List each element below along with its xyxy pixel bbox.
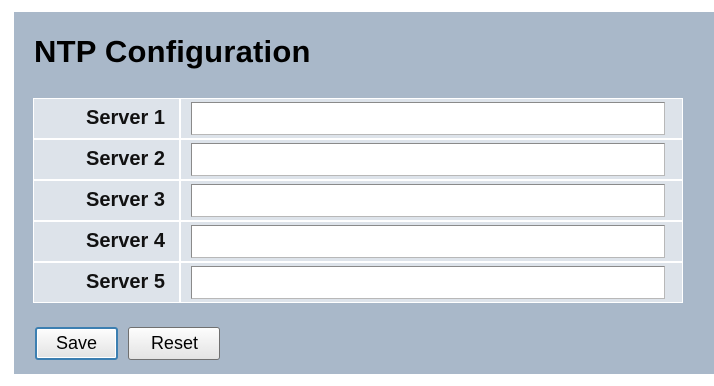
save-button[interactable]: Save	[35, 327, 118, 360]
ntp-server-table: Server 1 Server 2 Server 3 Server 4 Serv…	[33, 98, 683, 303]
reset-button[interactable]: Reset	[128, 327, 221, 360]
server-row-4: Server 4	[34, 222, 682, 263]
server-label: Server 4	[34, 222, 181, 263]
server-row-2: Server 2	[34, 140, 682, 181]
server-label: Server 5	[34, 263, 181, 302]
server-row-5: Server 5	[34, 263, 682, 302]
server-3-input[interactable]	[191, 184, 665, 217]
server-label: Server 3	[34, 181, 181, 222]
server-2-input[interactable]	[191, 143, 665, 176]
server-label: Server 2	[34, 140, 181, 181]
form-actions: Save Reset	[35, 327, 226, 360]
server-5-input[interactable]	[191, 266, 665, 299]
server-row-3: Server 3	[34, 181, 682, 222]
server-row-1: Server 1	[34, 99, 682, 140]
server-1-input[interactable]	[191, 102, 665, 135]
ntp-config-panel: NTP Configuration Server 1 Server 2 Serv…	[14, 12, 714, 374]
page-title: NTP Configuration	[34, 34, 311, 69]
server-label: Server 1	[34, 99, 181, 140]
server-4-input[interactable]	[191, 225, 665, 258]
